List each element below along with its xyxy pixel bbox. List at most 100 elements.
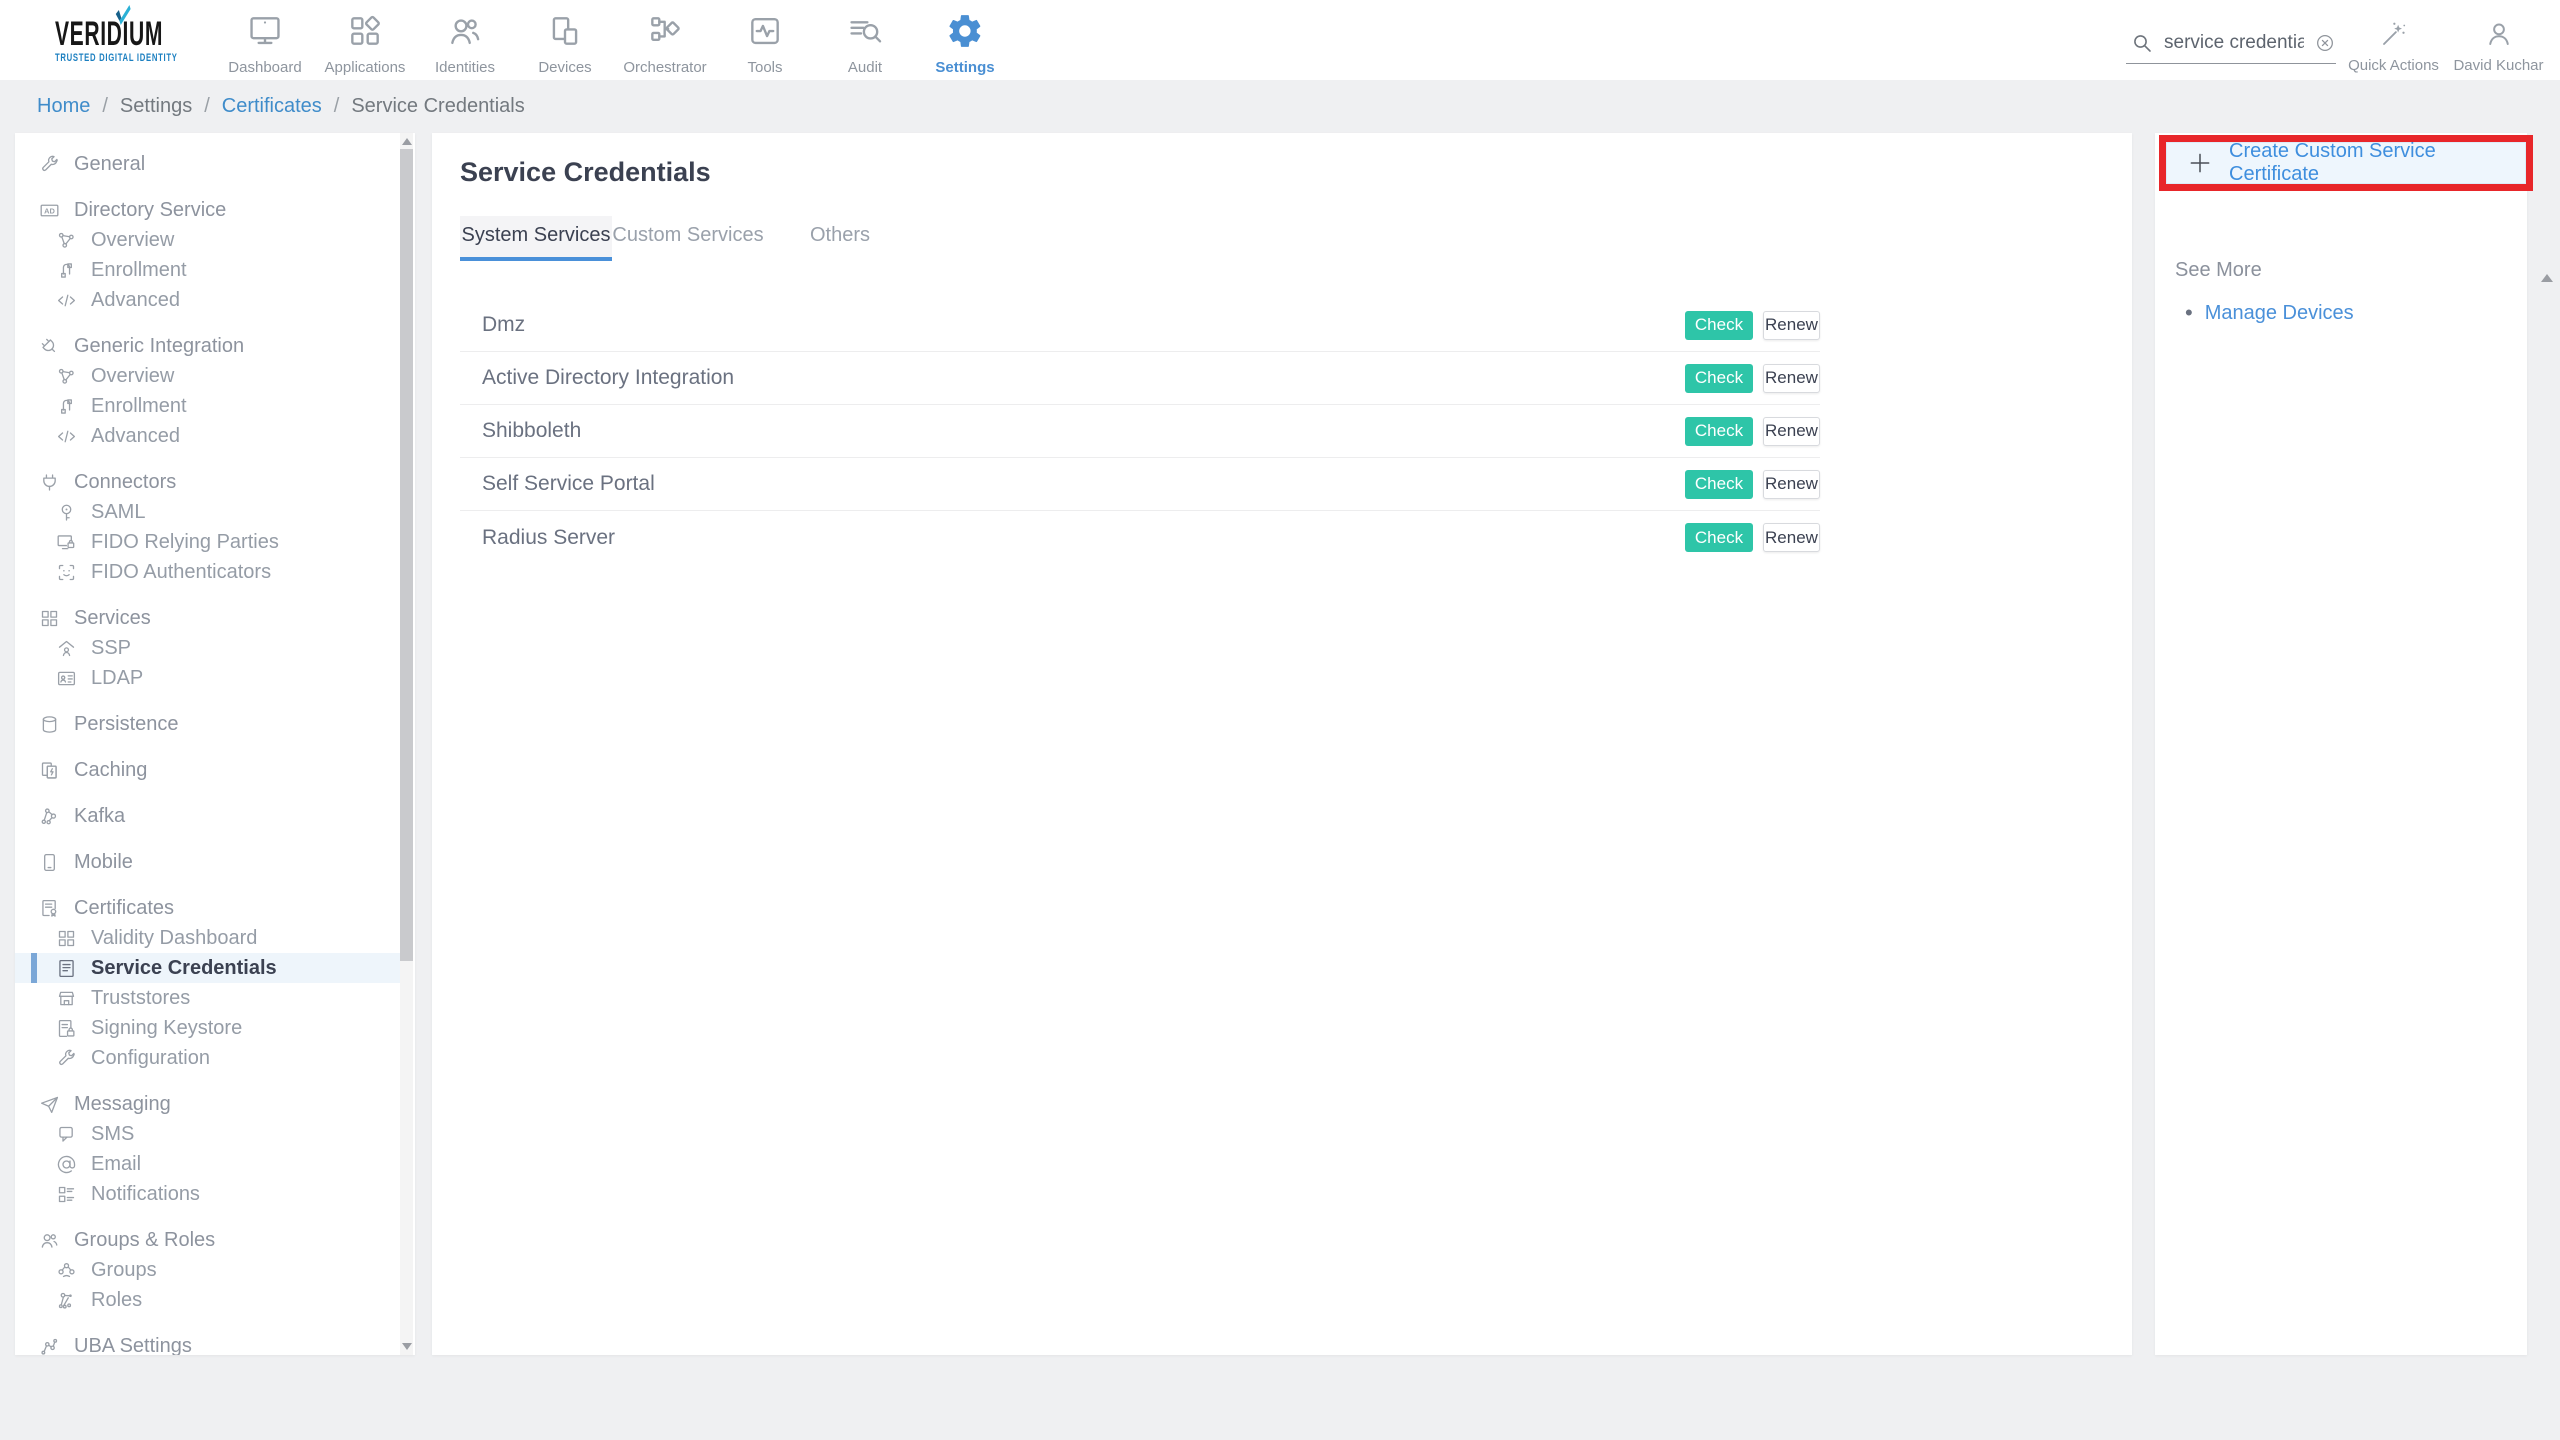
group-icon	[56, 1260, 77, 1281]
sidebar-item-label: FIDO Relying Parties	[91, 531, 279, 554]
sidebar-item-label: Groups	[91, 1259, 157, 1282]
home-user-icon	[56, 638, 77, 659]
user-icon	[2484, 19, 2514, 49]
wrench-icon	[56, 1048, 77, 1069]
sidebar-item-ssp[interactable]: SSP	[15, 633, 403, 663]
sidebar-item-roles[interactable]: Roles	[15, 1285, 403, 1315]
renew-button[interactable]: Renew	[1763, 364, 1820, 393]
sidebar-item-groups-roles[interactable]: Groups & Roles	[15, 1225, 403, 1255]
renew-button[interactable]: Renew	[1763, 470, 1820, 499]
sidebar-item-generic-integration[interactable]: Generic Integration	[15, 331, 403, 361]
sidebar-item-truststores[interactable]: Truststores	[15, 983, 403, 1013]
breadcrumb-item[interactable]: Certificates	[222, 95, 322, 118]
sidebar-item-uba-settings[interactable]: UBA Settings	[15, 1331, 403, 1355]
service-actions: Check Renew	[1685, 311, 1820, 340]
check-button[interactable]: Check	[1685, 417, 1753, 446]
veridium-logo[interactable]: VERIDIUM TRUSTED DIGITAL IDENTITY	[0, 17, 215, 64]
renew-button[interactable]: Renew	[1763, 417, 1820, 446]
quick-actions-button[interactable]: Quick Actions	[2346, 19, 2441, 74]
sidebar-item-messaging[interactable]: Messaging	[15, 1089, 403, 1119]
sidebar-item-label: Directory Service	[74, 199, 226, 222]
sidebar-item-ldap[interactable]: LDAP	[15, 663, 403, 693]
sidebar-item-directory-service[interactable]: ADDirectory Service	[15, 195, 403, 225]
sidebar-item-groups[interactable]: Groups	[15, 1255, 403, 1285]
sidebar-item-label: SSP	[91, 637, 131, 660]
sidebar-item-overview[interactable]: Overview	[15, 361, 403, 391]
nav-item-audit[interactable]: Audit	[815, 12, 915, 76]
breadcrumb-item[interactable]: Home	[37, 95, 90, 118]
sidebar-item-label: Email	[91, 1153, 141, 1176]
tab-others[interactable]: Others	[764, 216, 916, 261]
page-scroll-up-icon[interactable]	[2541, 274, 2553, 282]
sidebar-item-connectors[interactable]: Connectors	[15, 467, 403, 497]
user-menu[interactable]: David Kuchar	[2451, 19, 2546, 74]
check-button[interactable]: Check	[1685, 364, 1753, 393]
nav-item-dashboard[interactable]: Dashboard	[215, 12, 315, 76]
sidebar-item-enrollment[interactable]: Enrollment	[15, 255, 403, 285]
identities-icon	[446, 12, 484, 50]
renew-button[interactable]: Renew	[1763, 311, 1820, 340]
mobile-icon	[39, 852, 60, 873]
manage-devices-link[interactable]: Manage Devices	[2205, 302, 2354, 325]
check-button[interactable]: Check	[1685, 523, 1753, 552]
service-tabs: System ServicesCustom ServicesOthers	[460, 216, 2104, 261]
global-search[interactable]	[2126, 27, 2336, 64]
sidebar-item-general[interactable]: General	[15, 149, 403, 179]
nav-item-tools[interactable]: Tools	[715, 12, 815, 76]
sidebar-item-sms[interactable]: SMS	[15, 1119, 403, 1149]
sidebar-item-label: Groups & Roles	[74, 1229, 215, 1252]
clear-search-icon[interactable]	[2314, 32, 2336, 54]
sidebar-item-advanced[interactable]: Advanced	[15, 285, 403, 315]
nav-item-identities[interactable]: Identities	[415, 12, 515, 76]
sidebar-item-label: FIDO Authenticators	[91, 561, 271, 584]
sidebar-item-kafka[interactable]: Kafka	[15, 801, 403, 831]
nav-label: Devices	[538, 59, 591, 76]
search-icon	[2130, 31, 2154, 55]
check-button[interactable]: Check	[1685, 470, 1753, 499]
create-button-label: Create Custom Service Certificate	[2229, 140, 2525, 186]
nav-item-orchestrator[interactable]: Orchestrator	[615, 12, 715, 76]
renew-button[interactable]: Renew	[1763, 523, 1820, 552]
sidebar-item-label: Services	[74, 607, 151, 630]
sidebar-item-validity-dashboard[interactable]: Validity Dashboard	[15, 923, 403, 953]
create-custom-service-certificate-button[interactable]: Create Custom Service Certificate	[2166, 142, 2526, 184]
scroll-down-icon[interactable]	[402, 1343, 412, 1350]
service-row: Self Service PortalCheckRenew	[460, 458, 1820, 511]
sidebar-item-advanced[interactable]: Advanced	[15, 421, 403, 451]
nav-item-applications[interactable]: Applications	[315, 12, 415, 76]
sidebar-item-enrollment[interactable]: Enrollment	[15, 391, 403, 421]
sidebar-item-mobile[interactable]: Mobile	[15, 847, 403, 877]
scroll-up-icon[interactable]	[402, 138, 412, 145]
scrollbar-thumb[interactable]	[400, 149, 413, 961]
sidebar-item-notifications[interactable]: Notifications	[15, 1179, 403, 1209]
tab-system-services[interactable]: System Services	[460, 216, 612, 261]
sidebar-item-fido-authenticators[interactable]: FIDO Authenticators	[15, 557, 403, 587]
sidebar-item-certificates[interactable]: Certificates	[15, 893, 403, 923]
sidebar-item-label: Enrollment	[91, 259, 187, 282]
check-button[interactable]: Check	[1685, 311, 1753, 340]
sidebar-item-label: SMS	[91, 1123, 134, 1146]
nav-item-settings[interactable]: Settings	[915, 12, 1015, 76]
primary-nav: DashboardApplicationsIdentities Devices Or…	[215, 0, 1015, 80]
sidebar-item-configuration[interactable]: Configuration	[15, 1043, 403, 1073]
sidebar-item-services[interactable]: Services	[15, 603, 403, 633]
sidebar-item-label: LDAP	[91, 667, 143, 690]
sidebar-scrollbar[interactable]	[400, 133, 413, 1355]
content-area: GeneralADDirectory ServiceOverviewEnroll…	[0, 133, 2560, 1355]
sidebar-item-label: UBA Settings	[74, 1335, 192, 1356]
sidebar-item-service-credentials[interactable]: Service Credentials	[15, 953, 403, 983]
sidebar-item-saml[interactable]: SAML	[15, 497, 403, 527]
sidebar-item-signing-keystore[interactable]: Signing Keystore	[15, 1013, 403, 1043]
service-row: ShibbolethCheckRenew	[460, 405, 1820, 458]
nav-item-devices[interactable]: Devices	[515, 12, 615, 76]
tab-custom-services[interactable]: Custom Services	[612, 216, 764, 261]
breadcrumb-separator: /	[334, 95, 340, 118]
at-icon	[56, 1154, 77, 1175]
sidebar-item-overview[interactable]: Overview	[15, 225, 403, 255]
sidebar-item-persistence[interactable]: Persistence	[15, 709, 403, 739]
sidebar-item-email[interactable]: Email	[15, 1149, 403, 1179]
search-input[interactable]	[2164, 32, 2304, 54]
role-nodes-icon	[56, 1290, 77, 1311]
sidebar-item-caching[interactable]: Caching	[15, 755, 403, 785]
sidebar-item-fido-relying-parties[interactable]: FIDO Relying Parties	[15, 527, 403, 557]
